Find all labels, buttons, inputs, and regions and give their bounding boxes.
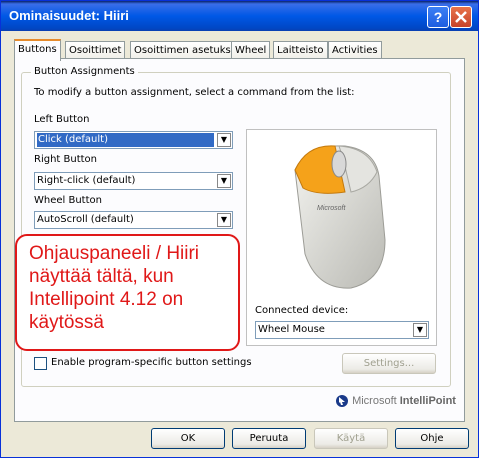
mouse-icon: Microsoft (294, 145, 386, 289)
right-button-label: Right Button (34, 154, 98, 165)
tab-wheel[interactable]: Wheel (231, 41, 271, 59)
title-bar[interactable]: Ominaisuudet: Hiiri ? (1, 1, 478, 31)
wheel-button-label: Wheel Button (34, 195, 102, 206)
annotation-line-3: Intellipoint 4.12 on (29, 289, 184, 310)
chevron-down-icon[interactable]: ▼ (217, 133, 231, 147)
right-button-value: Right-click (default) (37, 175, 136, 186)
annotation-line-4: käytössä (29, 312, 104, 333)
program-specific-label[interactable]: Enable program-specific button settings (51, 357, 252, 368)
instruction-text: To modify a button assignment, select a … (34, 87, 355, 98)
left-button-select[interactable]: Click (default) ▼ (34, 131, 233, 149)
chevron-down-icon[interactable]: ▼ (217, 174, 231, 188)
apply-button[interactable]: Käytä (314, 428, 388, 449)
tab-osoittimen-asetukset[interactable]: Osoittimen asetukset (130, 41, 245, 59)
wheel-button-value: AutoScroll (default) (37, 214, 134, 225)
help-button[interactable]: ? (427, 6, 449, 28)
window-title: Ominaisuudet: Hiiri (9, 8, 129, 23)
tab-activities[interactable]: Activities (328, 41, 382, 59)
mouse-logo-text: Microsoft (317, 205, 346, 212)
connected-device-label: Connected device: (255, 305, 349, 316)
annotation-line-1: Ohjauspaneeli / Hiiri (29, 243, 200, 264)
close-icon (455, 11, 467, 23)
annotation-line-2: näyttää tältä, kun (29, 266, 174, 287)
right-button-select[interactable]: Right-click (default) ▼ (34, 172, 233, 190)
tab-osoittimet[interactable]: Osoittimet (65, 41, 126, 59)
connected-device-value: Wheel Mouse (258, 324, 325, 335)
group-title: Button Assignments (31, 66, 138, 77)
chevron-down-icon[interactable]: ▼ (413, 323, 427, 337)
brand-prefix: Microsoft (352, 394, 400, 407)
ok-button[interactable]: OK (151, 428, 225, 449)
settings-button[interactable]: Settings... (342, 353, 436, 374)
program-specific-checkbox[interactable] (34, 357, 47, 370)
intellipoint-brand: Microsoft IntelliPoint (335, 394, 456, 408)
connected-device-select[interactable]: Wheel Mouse ▼ (255, 321, 429, 339)
left-button-value: Click (default) (37, 133, 214, 147)
left-button-label: Left Button (34, 114, 90, 125)
properties-window: Ominaisuudet: Hiiri ? Buttons Osoittimet… (0, 0, 479, 458)
cancel-button[interactable]: Peruuta (232, 428, 306, 449)
wheel-button-select[interactable]: AutoScroll (default) ▼ (34, 211, 233, 229)
close-button[interactable] (450, 6, 472, 28)
tab-laitteisto[interactable]: Laitteisto (273, 41, 328, 59)
annotation-callout: Ohjauspaneeli / Hiiri näyttää tältä, kun… (15, 234, 240, 351)
tab-buttons[interactable]: Buttons (14, 39, 61, 61)
brand-name: IntelliPoint (399, 394, 456, 407)
chevron-down-icon[interactable]: ▼ (217, 213, 231, 227)
intellipoint-logo-icon (336, 395, 348, 407)
help-footer-button[interactable]: Ohje (395, 428, 469, 449)
